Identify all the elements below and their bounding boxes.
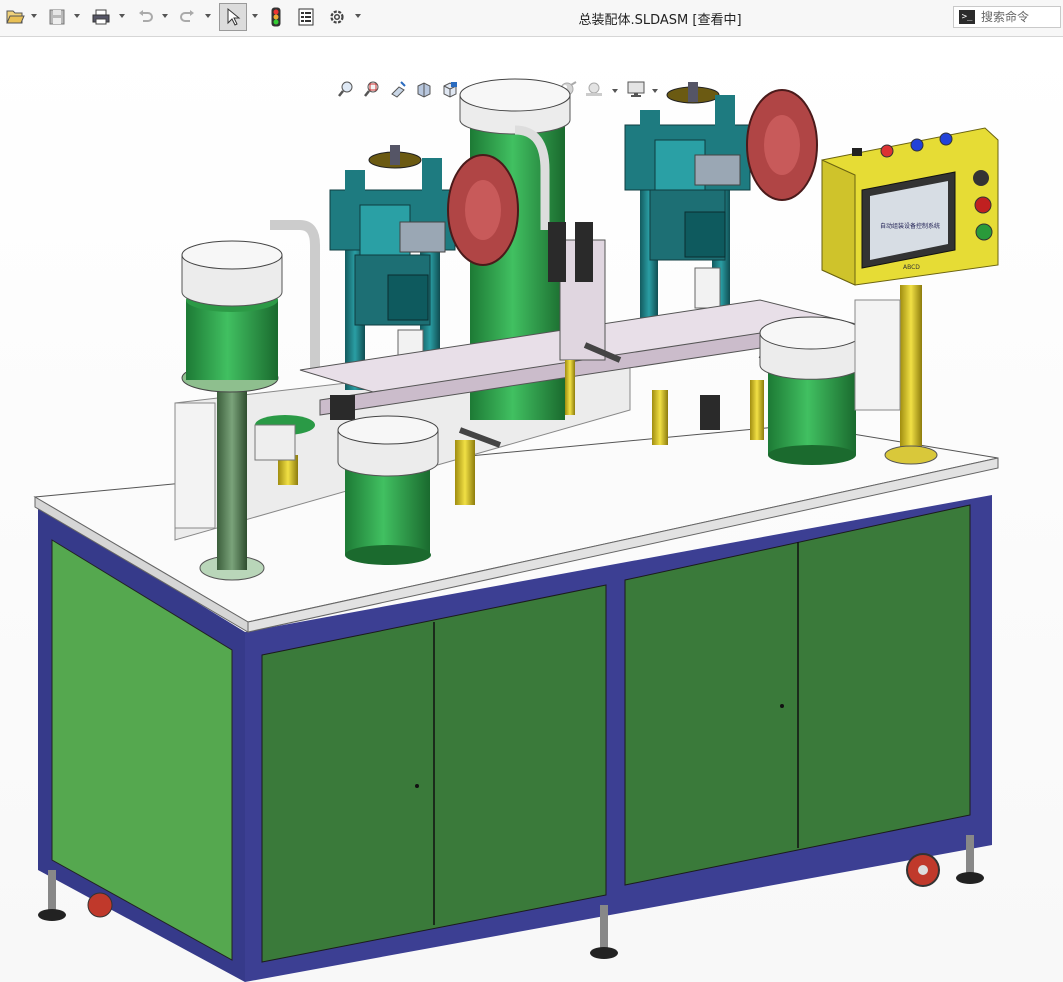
control-panel: 自动组装设备控制系统 ABCD — [821, 127, 999, 286]
file-properties-icon[interactable] — [295, 5, 317, 29]
assembly-model[interactable]: 自动组装设备控制系统 ABCD — [0, 37, 1063, 982]
save-dropdown-icon[interactable] — [74, 14, 80, 18]
undo-icon[interactable] — [134, 5, 156, 29]
command-toolbar: 总装配体.SLDASM [查看中] >_ — [0, 0, 1063, 37]
save-icon[interactable] — [46, 5, 68, 29]
vibratory-bowl-left — [181, 220, 320, 380]
undo-dropdown-icon[interactable] — [162, 14, 168, 18]
open-dropdown-icon[interactable] — [31, 14, 37, 18]
traffic-light-icon[interactable] — [266, 5, 286, 29]
select-icon[interactable] — [219, 3, 247, 31]
redo-icon[interactable] — [177, 5, 199, 29]
print-dropdown-icon[interactable] — [119, 14, 125, 18]
search-box[interactable]: >_ — [953, 6, 1061, 28]
hmi-badge-text: ABCD — [903, 264, 920, 271]
press-unit-right — [624, 82, 818, 340]
vibratory-bowl-front — [337, 415, 439, 565]
command-prompt-icon: >_ — [959, 10, 975, 24]
redo-dropdown-icon[interactable] — [205, 14, 211, 18]
print-icon[interactable] — [89, 5, 113, 29]
options-dropdown-icon[interactable] — [355, 14, 361, 18]
open-icon[interactable] — [4, 5, 26, 29]
hmi-screen-text: 自动组装设备控制系统 — [880, 222, 940, 230]
search-input[interactable] — [981, 10, 1059, 24]
graphics-area[interactable]: 自动组装设备控制系统 ABCD — [0, 37, 1063, 982]
window-title: 总装配体.SLDASM [查看中] — [578, 13, 742, 28]
select-dropdown-icon[interactable] — [252, 14, 258, 18]
options-gear-icon[interactable] — [326, 5, 348, 29]
